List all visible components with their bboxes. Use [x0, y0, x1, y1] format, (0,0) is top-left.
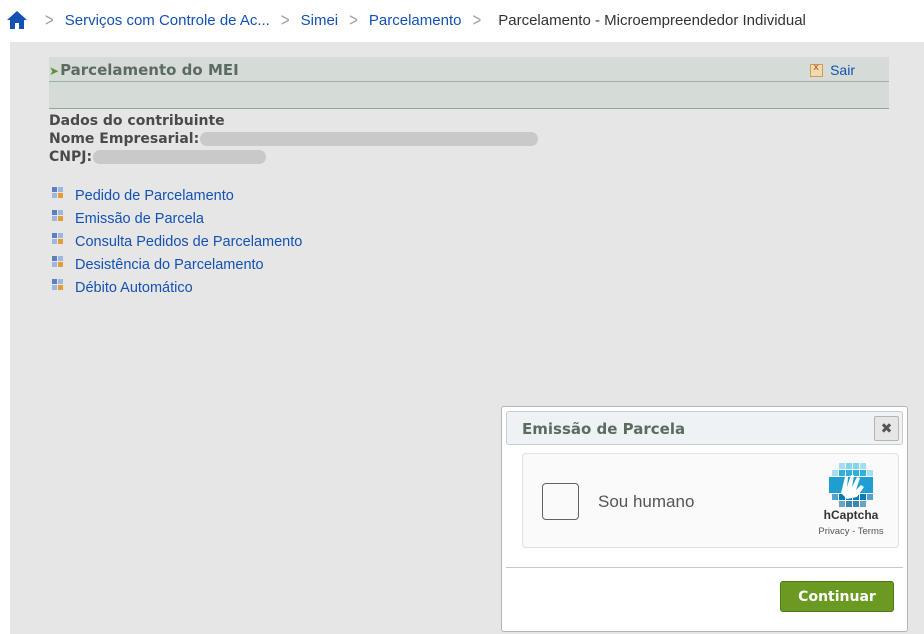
close-button[interactable]: ✖ [874, 416, 899, 441]
company-name-row: Nome Empresarial: [49, 130, 539, 148]
captcha-label: Sou humano [598, 492, 695, 511]
breadcrumb-link-parcelamento[interactable]: Parcelamento [369, 12, 462, 29]
panel-header: ➤Parcelamento do MEI Sair [49, 57, 889, 109]
dialog-divider [506, 567, 903, 568]
menu-bullet-icon [52, 232, 64, 245]
emissao-dialog: Emissão de Parcela ✖ Sou humano hCaptcha… [501, 406, 908, 632]
chevron-right-icon: > [472, 9, 482, 31]
menu-bullet-icon [52, 278, 64, 291]
dialog-title: Emissão de Parcela [522, 420, 686, 438]
hcaptcha-logo-icon [829, 463, 873, 507]
menu-link-emissao[interactable]: Emissão de Parcela [75, 211, 204, 227]
menu-item-debito[interactable]: Débito Automático [52, 276, 302, 299]
chevron-right-icon: > [45, 9, 54, 31]
company-name-label: Nome Empresarial: [49, 131, 200, 147]
cnpj-label: CNPJ: [49, 149, 93, 165]
menu-link-desistencia[interactable]: Desistência do Parcelamento [75, 257, 264, 273]
captcha-privacy-terms[interactable]: Privacy - Terms [810, 526, 892, 537]
dialog-header: Emissão de Parcela ✖ [506, 411, 903, 445]
exit-link[interactable]: Sair [810, 62, 855, 78]
contributor-heading: Dados do contribuinte [49, 113, 225, 129]
exit-label[interactable]: Sair [830, 62, 855, 78]
menu-bullet-icon [52, 255, 64, 268]
continue-button[interactable]: Continuar [780, 581, 894, 612]
exit-icon[interactable] [810, 62, 824, 77]
captcha-checkbox[interactable] [542, 483, 579, 520]
menu-item-emissao[interactable]: Emissão de Parcela [52, 207, 302, 230]
service-menu: Pedido de Parcelamento Emissão de Parcel… [52, 184, 302, 299]
home-icon[interactable] [6, 10, 28, 30]
menu-bullet-icon [52, 186, 64, 199]
menu-item-desistencia[interactable]: Desistência do Parcelamento [52, 253, 302, 276]
page-title: ➤Parcelamento do MEI [49, 61, 239, 79]
cnpj-row: CNPJ: [49, 148, 538, 166]
breadcrumb-current: Parcelamento - Microempreendedor Individ… [498, 11, 806, 29]
redacted-cnpj [93, 150, 267, 164]
menu-bullet-icon [52, 209, 64, 222]
hcaptcha-widget: Sou humano hCaptcha Privacy - Terms [522, 453, 899, 548]
menu-link-consulta[interactable]: Consulta Pedidos de Parcelamento [75, 234, 302, 250]
divider [49, 81, 889, 82]
menu-link-debito[interactable]: Débito Automático [75, 280, 193, 296]
menu-item-pedido[interactable]: Pedido de Parcelamento [52, 184, 302, 207]
menu-link-pedido[interactable]: Pedido de Parcelamento [75, 188, 234, 204]
page-title-text: Parcelamento do MEI [60, 61, 239, 79]
chevron-right-icon: > [349, 9, 358, 31]
menu-item-consulta[interactable]: Consulta Pedidos de Parcelamento [52, 230, 302, 253]
arrow-right-icon: ➤ [49, 64, 60, 78]
breadcrumb: > Serviços com Controle de Ac... > Simei… [0, 0, 924, 40]
breadcrumb-link-servicos[interactable]: Serviços com Controle de Ac... [65, 12, 270, 29]
contributor-info: Dados do contribuinte Nome Empresarial: … [49, 112, 539, 166]
chevron-right-icon: > [280, 9, 290, 31]
breadcrumb-link-simei[interactable]: Simei [301, 12, 339, 29]
close-icon[interactable]: ✖ [881, 421, 893, 437]
captcha-brand: hCaptcha [823, 508, 879, 522]
redacted-company-name [200, 132, 539, 146]
